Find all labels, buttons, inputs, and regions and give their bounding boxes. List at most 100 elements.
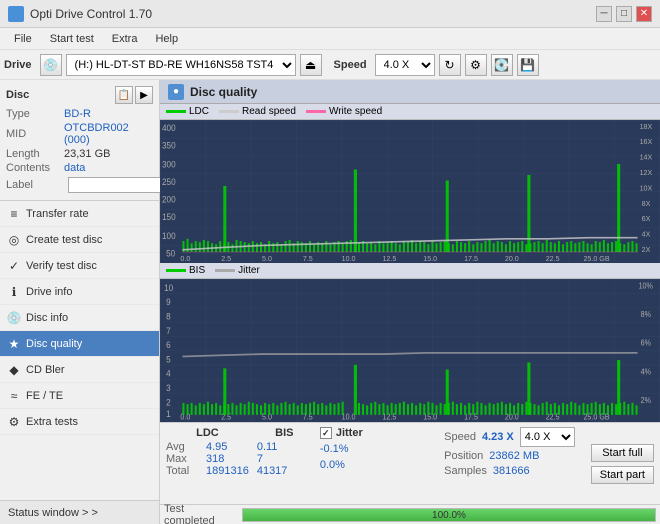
nav-cd-bler[interactable]: ◆ CD Bler bbox=[0, 357, 159, 383]
bis-total-row: 41317 bbox=[257, 465, 312, 477]
disc-icon-btn-1[interactable]: 📋 bbox=[115, 86, 133, 104]
progress-bar-container: 100.0% bbox=[242, 508, 656, 522]
svg-text:20.0: 20.0 bbox=[505, 254, 519, 263]
transfer-rate-icon: ≡ bbox=[6, 206, 22, 222]
svg-text:8: 8 bbox=[166, 311, 171, 322]
ldc-avg-value: 4.95 bbox=[206, 441, 227, 453]
drive-icon-btn[interactable]: 💿 bbox=[40, 54, 62, 76]
svg-text:18X: 18X bbox=[640, 122, 653, 131]
titlebar-left: Opti Drive Control 1.70 bbox=[8, 6, 152, 22]
svg-text:10.0: 10.0 bbox=[342, 412, 356, 422]
disc-length-label: Length bbox=[6, 148, 64, 160]
disc-contents-value: data bbox=[64, 162, 85, 174]
action-buttons: Start full Start part bbox=[591, 427, 654, 500]
svg-text:6%: 6% bbox=[641, 338, 651, 348]
svg-text:0.0: 0.0 bbox=[180, 412, 190, 422]
ldc-total-row: Total 1891316 bbox=[166, 465, 249, 477]
menu-start-test[interactable]: Start test bbox=[42, 31, 102, 47]
eject-button[interactable]: ⏏ bbox=[300, 54, 322, 76]
jitter-checkbox[interactable]: ✓ bbox=[320, 427, 332, 439]
settings-button[interactable]: ⚙ bbox=[465, 54, 487, 76]
bis-total-value: 41317 bbox=[257, 465, 288, 477]
svg-text:7: 7 bbox=[166, 325, 171, 336]
drive-select[interactable]: (H:) HL-DT-ST BD-RE WH16NS58 TST4 bbox=[66, 54, 296, 76]
bis-max-value: 7 bbox=[257, 453, 263, 465]
nav-disc-info[interactable]: 💿 Disc info bbox=[0, 305, 159, 331]
chart1-legend: LDC Read speed Write speed bbox=[160, 104, 660, 120]
svg-text:12X: 12X bbox=[640, 168, 653, 177]
chart1-container: 400 350 300 250 200 150 100 50 18X 16X 1… bbox=[160, 120, 660, 263]
disc-quality-icon-header: ● bbox=[168, 84, 184, 100]
jitter-legend-label: Jitter bbox=[238, 265, 260, 276]
disc-type-value: BD-R bbox=[64, 108, 91, 120]
svg-text:10%: 10% bbox=[639, 281, 653, 291]
ldc-avg-row: Avg 4.95 bbox=[166, 441, 249, 453]
nav-transfer-rate[interactable]: ≡ Transfer rate bbox=[0, 201, 159, 227]
drive-label: Drive bbox=[4, 59, 32, 71]
ldc-stats: LDC Avg 4.95 Max 318 Total 1891316 bbox=[166, 427, 249, 500]
menu-help[interactable]: Help bbox=[147, 31, 186, 47]
titlebar: Opti Drive Control 1.70 ─ □ ✕ bbox=[0, 0, 660, 28]
disc-quality-header: ● Disc quality bbox=[160, 80, 660, 104]
bis-max-row: 7 bbox=[257, 453, 312, 465]
ldc-header: LDC bbox=[166, 427, 249, 439]
nav-section: ≡ Transfer rate ◎ Create test disc ✓ Ver… bbox=[0, 201, 159, 500]
svg-text:350: 350 bbox=[162, 140, 176, 150]
disc-button[interactable]: 💽 bbox=[491, 54, 513, 76]
jitter-header-row: ✓ Jitter bbox=[320, 427, 363, 439]
status-window-button[interactable]: Status window > > bbox=[0, 500, 159, 524]
nav-drive-info[interactable]: ℹ Drive info bbox=[0, 279, 159, 305]
ldc-total-value: 1891316 bbox=[206, 465, 249, 477]
bis-legend-item: BIS bbox=[166, 265, 205, 276]
nav-extra-tests[interactable]: ⚙ Extra tests bbox=[0, 409, 159, 435]
svg-text:10.0: 10.0 bbox=[342, 254, 356, 263]
svg-text:50: 50 bbox=[166, 248, 175, 258]
nav-verify-test-disc-label: Verify test disc bbox=[26, 260, 97, 272]
speed-label: Speed bbox=[334, 59, 367, 71]
nav-create-test-disc[interactable]: ◎ Create test disc bbox=[0, 227, 159, 253]
refresh-button[interactable]: ↻ bbox=[439, 54, 461, 76]
svg-text:25.0 GB: 25.0 GB bbox=[583, 254, 609, 263]
save-button[interactable]: 💾 bbox=[517, 54, 539, 76]
nav-disc-quality-label: Disc quality bbox=[26, 338, 82, 350]
speed-label: Speed bbox=[444, 431, 476, 443]
bis-avg-value: 0.11 bbox=[257, 441, 278, 453]
nav-drive-info-label: Drive info bbox=[26, 286, 72, 298]
disc-header: Disc 📋 ▶ bbox=[6, 86, 153, 104]
write-speed-legend-item: Write speed bbox=[306, 106, 382, 117]
disc-mid-value: OTCBDR002 (000) bbox=[64, 122, 153, 146]
position-label: Position bbox=[444, 450, 483, 462]
nav-fe-te[interactable]: ≈ FE / TE bbox=[0, 383, 159, 409]
bis-legend-label: BIS bbox=[189, 265, 205, 276]
svg-text:200: 200 bbox=[162, 194, 176, 204]
read-speed-legend-color bbox=[219, 110, 239, 113]
svg-text:5.0: 5.0 bbox=[262, 412, 272, 422]
speed-select-stats[interactable]: 4.0 X bbox=[520, 427, 575, 447]
disc-icon-btn-2[interactable]: ▶ bbox=[135, 86, 153, 104]
close-button[interactable]: ✕ bbox=[636, 6, 652, 22]
speed-value: 4.23 X bbox=[482, 431, 514, 443]
nav-verify-test-disc[interactable]: ✓ Verify test disc bbox=[0, 253, 159, 279]
menu-extra[interactable]: Extra bbox=[104, 31, 146, 47]
toolbar: Drive 💿 (H:) HL-DT-ST BD-RE WH16NS58 TST… bbox=[0, 50, 660, 80]
menu-file[interactable]: File bbox=[6, 31, 40, 47]
chart2-container: 10 9 8 7 6 5 4 3 2 1 10% 8% 6% 4% 2% bbox=[160, 279, 660, 422]
svg-text:5: 5 bbox=[166, 354, 171, 365]
position-row: Position 23862 MB bbox=[444, 450, 575, 462]
speed-select[interactable]: 4.0 X bbox=[375, 54, 435, 76]
svg-text:1: 1 bbox=[166, 409, 171, 420]
speed-info: Speed 4.23 X 4.0 X Position 23862 MB Sam… bbox=[444, 427, 575, 500]
start-part-button[interactable]: Start part bbox=[591, 466, 654, 484]
bis-legend-color bbox=[166, 269, 186, 272]
jitter-header: Jitter bbox=[336, 427, 363, 439]
bis-header: BIS bbox=[257, 427, 312, 439]
nav-extra-tests-label: Extra tests bbox=[26, 416, 78, 428]
maximize-button[interactable]: □ bbox=[616, 6, 632, 22]
start-full-button[interactable]: Start full bbox=[591, 444, 654, 462]
svg-text:20.0: 20.0 bbox=[505, 412, 519, 422]
disc-label-label: Label bbox=[6, 179, 64, 191]
minimize-button[interactable]: ─ bbox=[596, 6, 612, 22]
nav-disc-quality[interactable]: ★ Disc quality bbox=[0, 331, 159, 357]
app-icon bbox=[8, 6, 24, 22]
disc-quality-icon: ★ bbox=[6, 336, 22, 352]
